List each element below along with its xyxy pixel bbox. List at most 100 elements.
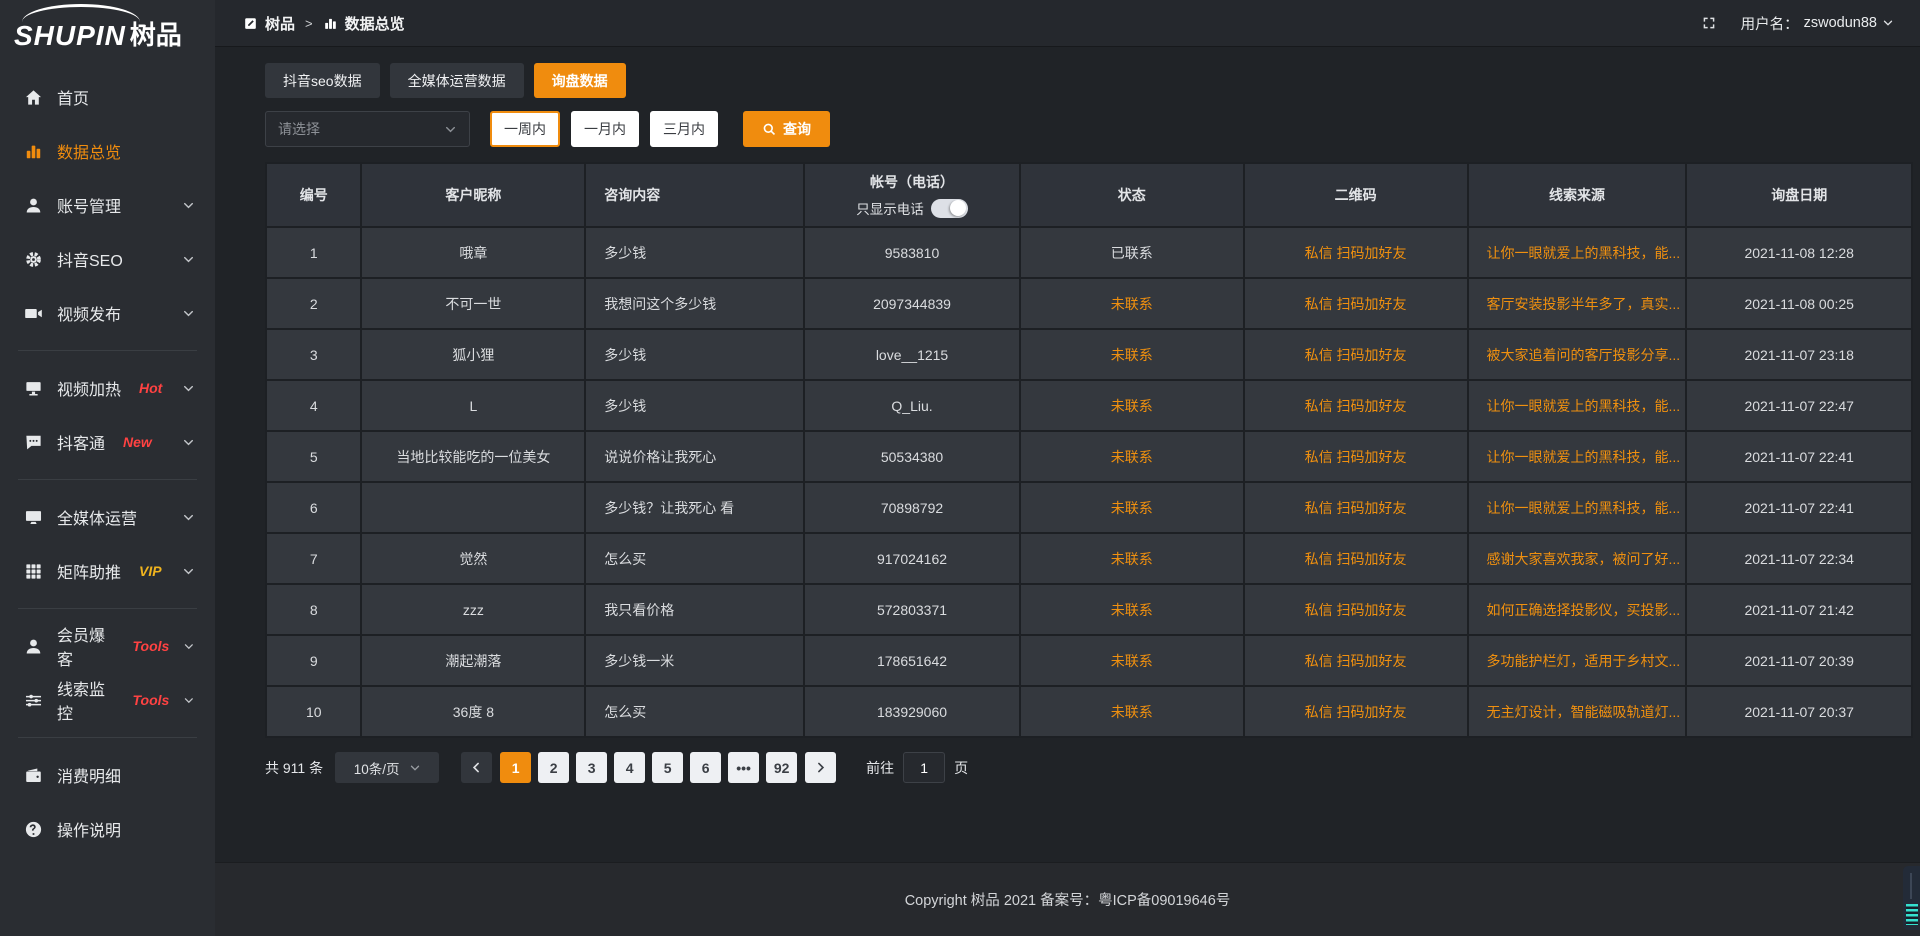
- cell-source: 客厅安装投影半年多了，真实...: [1468, 278, 1687, 329]
- sidebar-item[interactable]: 全媒体运营: [0, 490, 215, 544]
- cell-source-link[interactable]: 让你一眼就爱上的黑科技，能...: [1487, 449, 1681, 465]
- table-header-row: 编号 客户昵称 咨询内容 帐号（电话） 只显示电话 状态: [266, 163, 1912, 227]
- next-page-button[interactable]: [805, 752, 836, 783]
- sidebar-item[interactable]: 线索监控Tools: [0, 673, 215, 727]
- cell-id: 8: [266, 584, 361, 635]
- cell-source-link[interactable]: 如何正确选择投影仪，买投影...: [1487, 602, 1681, 618]
- page-button[interactable]: 5: [652, 752, 683, 783]
- search-icon: [762, 122, 776, 136]
- cell-content: 多少钱: [585, 329, 804, 380]
- cell-qr: 私信 扫码加好友: [1244, 635, 1468, 686]
- cell-content: 说说价格让我死心: [585, 431, 804, 482]
- cell-qr-link[interactable]: 私信 扫码加好友: [1305, 704, 1407, 720]
- prev-page-button[interactable]: [461, 752, 492, 783]
- goto-page-input[interactable]: [903, 752, 945, 783]
- user-icon: [24, 196, 43, 215]
- cell-qr-link[interactable]: 私信 扫码加好友: [1305, 398, 1407, 414]
- sidebar-item-label: 首页: [57, 85, 89, 109]
- inquiry-table: 编号 客户昵称 咨询内容 帐号（电话） 只显示电话 状态: [265, 162, 1913, 738]
- content: 抖音seo数据全媒体运营数据询盘数据 请选择 一周内一月内三月内 查询: [215, 47, 1920, 862]
- cell-nickname: 潮起潮落: [361, 635, 585, 686]
- page-button[interactable]: 1: [500, 752, 531, 783]
- cell-qr-link[interactable]: 私信 扫码加好友: [1305, 347, 1407, 363]
- phone-only-toggle[interactable]: [931, 199, 968, 218]
- chevron-down-icon: [409, 762, 421, 774]
- page-button[interactable]: 92: [766, 752, 797, 783]
- page-button[interactable]: 2: [538, 752, 569, 783]
- page-button[interactable]: 6: [690, 752, 721, 783]
- sidebar-item[interactable]: 抖客通New: [0, 415, 215, 469]
- cell-content: 多少钱？让我死心 看: [585, 482, 804, 533]
- tab[interactable]: 询盘数据: [534, 63, 626, 98]
- tab[interactable]: 全媒体运营数据: [390, 63, 524, 98]
- sidebar-item-label: 操作说明: [57, 817, 121, 841]
- search-button[interactable]: 查询: [743, 111, 830, 147]
- tab[interactable]: 抖音seo数据: [265, 63, 380, 98]
- cell-source-link[interactable]: 无主灯设计，智能磁吸轨道灯...: [1487, 704, 1681, 720]
- date-range-group: 一周内一月内三月内: [490, 111, 718, 147]
- cell-qr-link[interactable]: 私信 扫码加好友: [1305, 449, 1407, 465]
- topbar-right: 用户名： zswodun88: [1701, 13, 1894, 34]
- sidebar-item[interactable]: 数据总览: [0, 124, 215, 178]
- logo[interactable]: SHUPIN 树品: [0, 0, 215, 58]
- cell-nickname: 觉然: [361, 533, 585, 584]
- help-icon: [24, 820, 43, 839]
- page-ellipsis-button[interactable]: •••: [728, 752, 759, 783]
- cell-nickname: 当地比较能吃的一位美女: [361, 431, 585, 482]
- sidebar-item[interactable]: 抖音SEO: [0, 232, 215, 286]
- breadcrumb-root[interactable]: 树品: [265, 13, 295, 34]
- username-label: 用户名：: [1741, 13, 1799, 34]
- cell-date: 2021-11-07 20:37: [1686, 686, 1912, 737]
- wallet-icon: [24, 766, 43, 785]
- fullscreen-icon[interactable]: [1701, 15, 1717, 31]
- cell-qr-link[interactable]: 私信 扫码加好友: [1305, 245, 1407, 261]
- sidebar-item[interactable]: 首页: [0, 70, 215, 124]
- page-size-select[interactable]: 10条/页: [335, 752, 439, 783]
- cell-id: 4: [266, 380, 361, 431]
- filter-bar: 请选择 一周内一月内三月内 查询: [265, 111, 1913, 147]
- phone-only-row: 只显示电话: [805, 198, 1019, 218]
- chevron-down-icon: [182, 565, 195, 578]
- page-button[interactable]: 3: [576, 752, 607, 783]
- cell-qr-link[interactable]: 私信 扫码加好友: [1305, 500, 1407, 516]
- filter-select[interactable]: 请选择: [265, 111, 470, 147]
- col-header-content: 咨询内容: [585, 163, 804, 227]
- sidebar-item[interactable]: 会员爆客Tools: [0, 619, 215, 673]
- date-range-button[interactable]: 一周内: [490, 111, 560, 147]
- sidebar-item[interactable]: 操作说明: [0, 802, 215, 856]
- cell-qr-link[interactable]: 私信 扫码加好友: [1305, 296, 1407, 312]
- cell-qr-link[interactable]: 私信 扫码加好友: [1305, 551, 1407, 567]
- cell-source-link[interactable]: 让你一眼就爱上的黑科技，能...: [1487, 398, 1681, 414]
- sidebar-item-badge: Tools: [133, 638, 170, 654]
- date-range-button[interactable]: 三月内: [650, 111, 718, 147]
- monitor-icon: [24, 508, 43, 527]
- cell-source: 让你一眼就爱上的黑科技，能...: [1468, 431, 1687, 482]
- chevron-left-icon: [470, 761, 483, 774]
- sidebar-item-label: 消费明细: [57, 763, 121, 787]
- sidebar-item[interactable]: 视频发布: [0, 286, 215, 340]
- cell-source-link[interactable]: 被大家追着问的客厅投影分享...: [1487, 347, 1681, 363]
- cell-qr-link[interactable]: 私信 扫码加好友: [1305, 602, 1407, 618]
- sidebar-item[interactable]: 账号管理: [0, 178, 215, 232]
- cell-source-link[interactable]: 客厅安装投影半年多了，真实...: [1487, 296, 1681, 312]
- floating-widget[interactable]: [1903, 866, 1920, 930]
- cell-source-link[interactable]: 让你一眼就爱上的黑科技，能...: [1487, 500, 1681, 516]
- cell-source-link[interactable]: 多功能护栏灯，适用于乡村文...: [1487, 653, 1681, 669]
- sidebar-item-badge: Hot: [139, 380, 162, 396]
- cell-date: 2021-11-08 12:28: [1686, 227, 1912, 278]
- page-button[interactable]: 4: [614, 752, 645, 783]
- cell-source-link[interactable]: 让你一眼就爱上的黑科技，能...: [1487, 245, 1681, 261]
- cell-qr: 私信 扫码加好友: [1244, 482, 1468, 533]
- date-range-button[interactable]: 一月内: [571, 111, 639, 147]
- user-menu[interactable]: 用户名： zswodun88: [1741, 13, 1894, 34]
- cell-account: 2097344839: [804, 278, 1020, 329]
- cell-source-link[interactable]: 感谢大家喜欢我家，被问了好...: [1487, 551, 1681, 567]
- col-header-nickname: 客户昵称: [361, 163, 585, 227]
- sidebar-item[interactable]: 视频加热Hot: [0, 361, 215, 415]
- cell-nickname: L: [361, 380, 585, 431]
- cell-content: 多少钱: [585, 227, 804, 278]
- cell-qr-link[interactable]: 私信 扫码加好友: [1305, 653, 1407, 669]
- chart-icon: [323, 16, 338, 31]
- sidebar-item[interactable]: 矩阵助推VIP: [0, 544, 215, 598]
- sidebar-item[interactable]: 消费明细: [0, 748, 215, 802]
